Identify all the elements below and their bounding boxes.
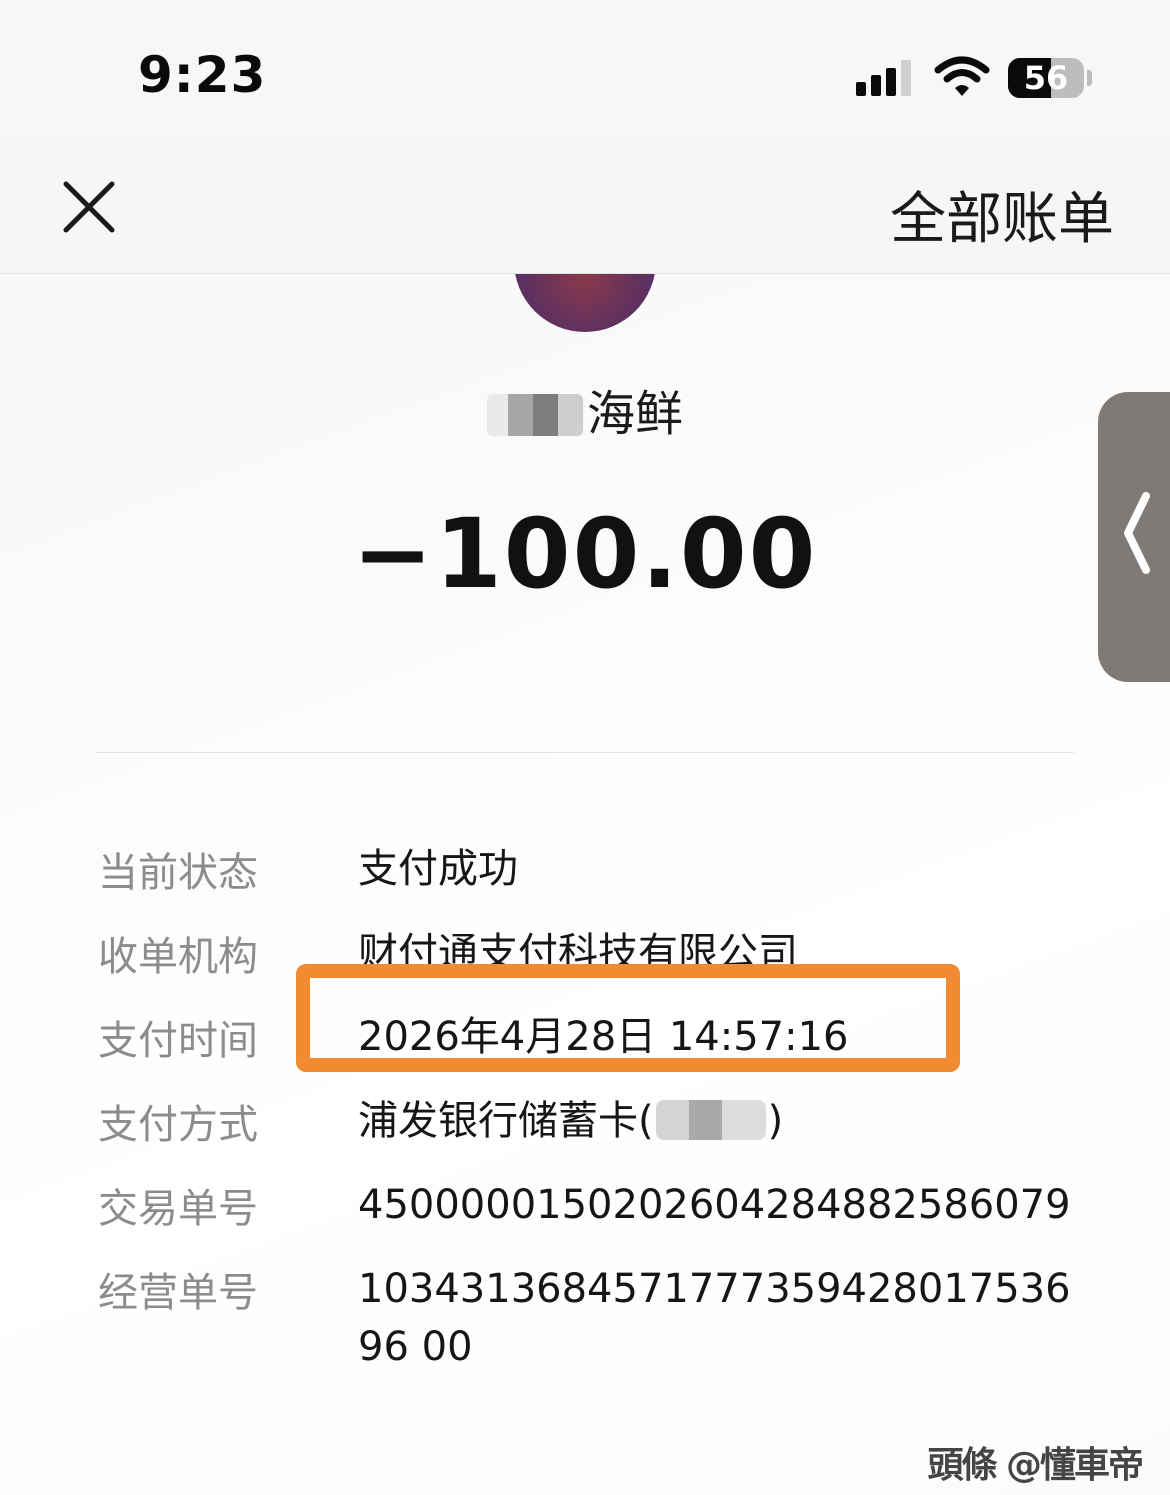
detail-label: 收单机构 <box>98 934 258 980</box>
watermark: 頭條 @懂車帝 <box>927 1445 1144 1486</box>
merchant-avatar <box>514 274 656 332</box>
battery-icon: 56 <box>1008 58 1084 98</box>
redacted-text <box>486 394 583 436</box>
detail-row-status: 当前状态 支付成功 <box>0 840 1170 910</box>
detail-row-transaction-id: 交易单号 4500000150202604284882586079 <box>0 1176 1170 1246</box>
cellular-signal-icon <box>856 60 912 96</box>
merchant-name-text: 海鲜 <box>586 386 683 442</box>
payment-method-text: 浦发银行储蓄卡( <box>358 1098 654 1144</box>
detail-value: 4500000150202604284882586079 <box>358 1182 1071 1228</box>
redacted-card-number <box>655 1100 766 1140</box>
battery-level: 56 <box>1023 59 1069 97</box>
side-drawer-handle[interactable] <box>1098 392 1170 682</box>
merchant-name: 海鲜 <box>0 374 1170 444</box>
detail-row-payment-method: 支付方式 浦发银行储蓄卡() <box>0 1092 1170 1162</box>
payment-method-suffix: ) <box>767 1098 784 1144</box>
status-bar: 9:23 56 <box>0 0 1170 140</box>
detail-value: 2026年4月28日 14:57:16 <box>358 1014 849 1060</box>
nav-bar: 全部账单 <box>0 140 1170 274</box>
detail-label: 支付方式 <box>98 1102 258 1148</box>
detail-label: 支付时间 <box>98 1018 258 1064</box>
battery-cap <box>1087 70 1092 86</box>
detail-value: 103431368457177735942801753696 00 <box>358 1266 1071 1370</box>
divider <box>96 752 1074 753</box>
payment-amount: −100.00 <box>352 498 818 610</box>
detail-label: 当前状态 <box>98 850 258 896</box>
detail-value: 财付通支付科技有限公司 <box>358 930 798 976</box>
bill-detail: 海鲜 −100.00 当前状态 支付成功 收单机构 财付通支付科技有限公司 支付… <box>0 274 1170 1495</box>
detail-row-acquirer: 收单机构 财付通支付科技有限公司 <box>0 924 1170 994</box>
close-icon[interactable] <box>62 180 116 234</box>
detail-row-payment-time: 支付时间 2026年4月28日 14:57:16 <box>0 1008 1170 1078</box>
all-bills-link[interactable]: 全部账单 <box>890 174 1114 255</box>
wifi-icon <box>934 56 990 96</box>
detail-value[interactable]: 浦发银行储蓄卡() <box>358 1092 1078 1150</box>
detail-label: 交易单号 <box>98 1186 258 1232</box>
detail-label: 经营单号 <box>98 1270 258 1316</box>
detail-row-merchant-order-id: 经营单号 103431368457177735942801753696 00 <box>0 1260 1170 1390</box>
detail-value: 支付成功 <box>358 846 518 892</box>
status-time: 9:23 <box>138 46 267 104</box>
chevron-left-icon <box>1124 492 1150 574</box>
